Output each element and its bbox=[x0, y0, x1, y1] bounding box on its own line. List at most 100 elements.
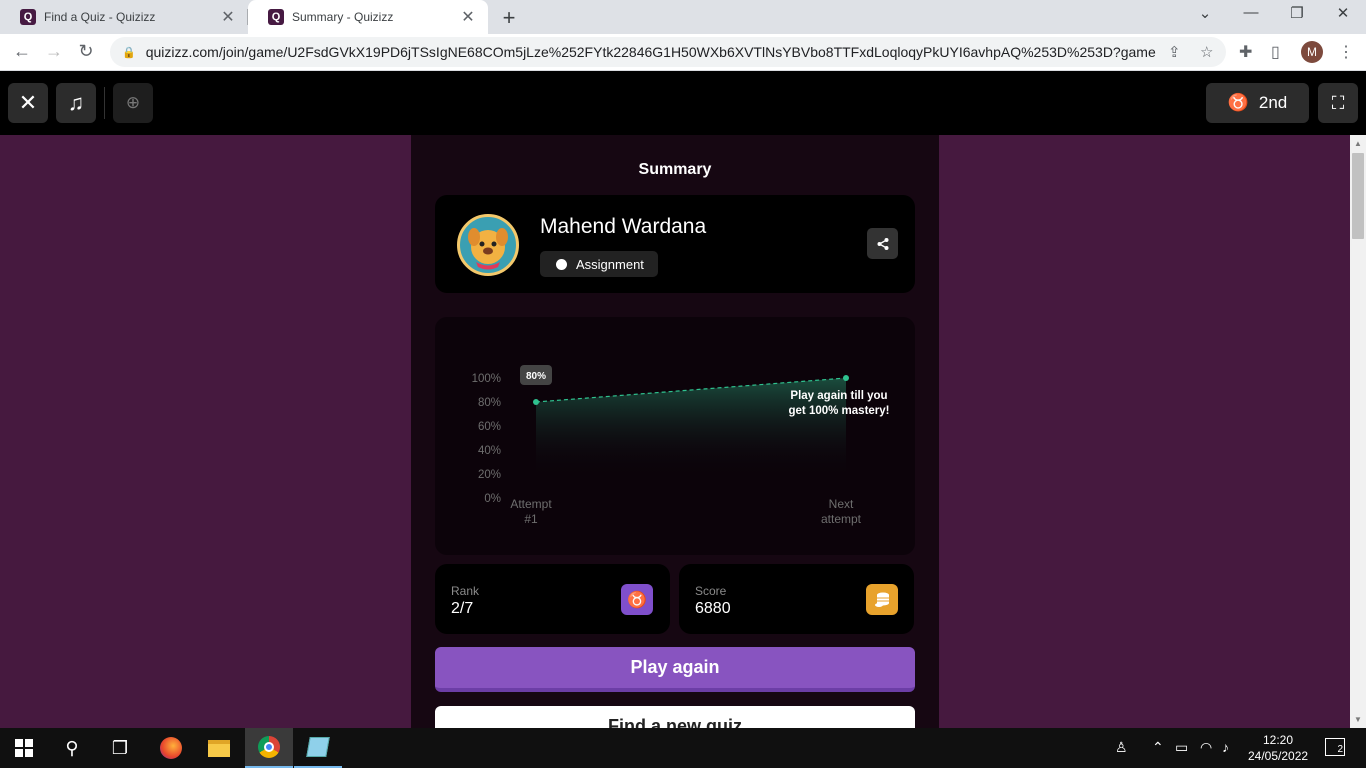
fullscreen-button[interactable]: ⛶ bbox=[1318, 83, 1358, 123]
mastery-chart-svg: 0% 20% 40% 60% 80% 100% 80% Play again till y… bbox=[472, 365, 890, 526]
tab-find-a-quiz[interactable]: Q Find a Quiz - Quizizz ✕ bbox=[0, 0, 248, 34]
file-explorer-icon[interactable] bbox=[195, 728, 243, 768]
tab-title: Summary - Quizizz bbox=[292, 10, 394, 24]
y-tick-label: 0% bbox=[484, 493, 501, 505]
rank-badge[interactable]: ♉ 2nd bbox=[1206, 83, 1309, 123]
address-bar[interactable]: 🔒 quizizz.com/join/game/U2FsdGVkX19PD6jT… bbox=[110, 37, 1226, 67]
y-tick-label: 60% bbox=[478, 421, 501, 433]
url-text[interactable]: quizizz.com/join/game/U2FsdGVkX19PD6jTSs… bbox=[146, 44, 1156, 60]
x-label-attempt-1-number: #1 bbox=[524, 512, 538, 526]
firefox-icon[interactable] bbox=[147, 728, 195, 768]
music-note-icon: ♫ bbox=[67, 90, 85, 115]
close-quiz-button[interactable]: ✕ bbox=[8, 83, 48, 123]
minimize-icon[interactable]: — bbox=[1228, 4, 1274, 21]
quizizz-favicon: Q bbox=[20, 9, 36, 25]
close-icon: ✕ bbox=[18, 90, 38, 115]
side-panel-icon[interactable]: ▯ bbox=[1271, 42, 1280, 62]
dog-avatar-icon bbox=[468, 228, 508, 270]
battery-icon[interactable]: ▭ bbox=[1175, 739, 1188, 756]
menu-kebab-icon[interactable]: ⋮ bbox=[1338, 42, 1354, 62]
task-view-icon[interactable]: ❐ bbox=[96, 728, 144, 768]
mastery-note-line-2: get 100% mastery! bbox=[789, 405, 890, 417]
medal-icon: ♉ bbox=[621, 584, 653, 615]
fullscreen-icon: ⛶ bbox=[1331, 92, 1345, 113]
rank-value: 2/7 bbox=[451, 600, 474, 617]
taskbar-clock[interactable]: 12:20 24/05/2022 bbox=[1248, 732, 1308, 764]
show-hidden-icons[interactable]: ⌃ bbox=[1152, 739, 1164, 756]
new-tab-icon[interactable]: + bbox=[498, 5, 520, 31]
volume-icon[interactable]: ♪ bbox=[1222, 739, 1229, 755]
close-window-icon[interactable]: ✕ bbox=[1320, 4, 1366, 22]
score-card: Score 6880 bbox=[679, 564, 914, 634]
close-tab-icon[interactable]: ✕ bbox=[460, 7, 476, 27]
restore-icon[interactable]: ❐ bbox=[1274, 4, 1320, 22]
page-title: Summary bbox=[638, 161, 712, 178]
people-icon[interactable]: ♙ bbox=[1115, 739, 1128, 756]
toolbar-divider bbox=[104, 87, 105, 119]
reload-icon[interactable]: ↻ bbox=[74, 41, 98, 62]
share-page-icon[interactable]: ⇪ bbox=[1168, 43, 1181, 61]
scroll-up-icon[interactable]: ▲ bbox=[1354, 139, 1362, 148]
notification-count: 2 bbox=[1337, 744, 1343, 755]
tab-title: Find a Quiz - Quizizz bbox=[44, 10, 156, 24]
y-tick-label: 100% bbox=[472, 373, 501, 385]
chrome-icon[interactable] bbox=[245, 728, 293, 768]
browser-tab-bar: Q Find a Quiz - Quizizz ✕ Q Summary - Qu… bbox=[0, 0, 1366, 34]
windows-taskbar: ⚲ ❐ ♙ ⌃ ▭ ◠ ♪ 12:20 24/05/2022 2 bbox=[0, 728, 1366, 768]
x-label-attempt-1: Attempt bbox=[510, 497, 552, 511]
wifi-icon[interactable]: ◠ bbox=[1200, 739, 1212, 756]
score-label: Score bbox=[695, 584, 727, 598]
back-icon[interactable]: ← bbox=[10, 41, 34, 62]
close-tab-icon[interactable]: ✕ bbox=[220, 7, 236, 27]
x-label-next-attempt: attempt bbox=[821, 512, 862, 526]
scrollbar[interactable]: ▲ ▼ bbox=[1350, 135, 1366, 728]
mode-label: Assignment bbox=[576, 256, 644, 272]
share-button[interactable] bbox=[867, 228, 898, 259]
data-point-next-attempt bbox=[843, 375, 849, 381]
clock-icon bbox=[556, 258, 567, 270]
zoom-in-icon: ⊕ bbox=[125, 93, 141, 112]
notification-icon[interactable]: 2 bbox=[1325, 738, 1345, 756]
tab-summary[interactable]: Q Summary - Quizizz ✕ bbox=[248, 0, 488, 34]
scrollbar-thumb[interactable] bbox=[1352, 153, 1364, 239]
windows-logo-icon bbox=[15, 739, 33, 757]
zoom-button[interactable]: ⊕ bbox=[113, 83, 153, 123]
mastery-note-line-1: Play again till you bbox=[790, 390, 887, 402]
clock-time-text: 12:20 bbox=[1262, 733, 1294, 747]
extensions-icon[interactable]: ✚ bbox=[1239, 42, 1252, 62]
rank-label: Rank bbox=[451, 584, 480, 598]
notepad-app-icon[interactable] bbox=[294, 728, 342, 768]
y-tick-label: 80% bbox=[478, 397, 501, 409]
score-value: 6880 bbox=[695, 600, 731, 617]
browser-toolbar: ← → ↻ 🔒 quizizz.com/join/game/U2FsdGVkX1… bbox=[0, 34, 1366, 71]
rank-badge-text: 2nd bbox=[1258, 93, 1288, 112]
tab-search-icon[interactable]: ⌄ bbox=[1182, 4, 1228, 22]
lock-icon: 🔒 bbox=[122, 46, 136, 59]
coins-svg bbox=[875, 592, 889, 607]
coins-icon bbox=[866, 584, 898, 615]
scroll-down-icon[interactable]: ▼ bbox=[1354, 715, 1362, 724]
play-again-button[interactable]: Play again bbox=[435, 647, 915, 692]
forward-icon[interactable]: → bbox=[42, 41, 66, 62]
share-icon bbox=[877, 237, 888, 250]
mastery-chart: 0% 20% 40% 60% 80% 100% 80% Play again till y… bbox=[435, 317, 915, 555]
player-card: Mahend Wardana Assignment bbox=[435, 195, 915, 293]
start-button[interactable] bbox=[0, 728, 48, 768]
summary-panel: Summary Mahend Wardana Assignment 0% 20%… bbox=[411, 135, 939, 751]
rank-card: Rank 2/7 ♉ bbox=[435, 564, 670, 634]
quizizz-favicon: Q bbox=[268, 9, 284, 25]
music-button[interactable]: ♫ bbox=[56, 83, 96, 123]
profile-avatar[interactable]: M bbox=[1301, 41, 1323, 63]
avatar bbox=[457, 214, 519, 276]
quiz-top-bar: ✕ ♫ ⊕ ♉ 2nd ⛶ bbox=[0, 71, 1366, 135]
medal-icon: ♉ bbox=[1227, 93, 1249, 112]
y-tick-label: 20% bbox=[478, 469, 501, 481]
data-point-attempt-1 bbox=[533, 399, 539, 405]
x-label-next: Next bbox=[829, 497, 854, 511]
y-tick-label: 40% bbox=[478, 445, 501, 457]
bookmark-star-icon[interactable]: ☆ bbox=[1200, 43, 1213, 61]
search-icon[interactable]: ⚲ bbox=[48, 728, 96, 768]
clock-date-text: 24/05/2022 bbox=[1248, 749, 1309, 763]
value-tooltip-text: 80% bbox=[526, 371, 546, 382]
player-name: Mahend Wardana bbox=[540, 215, 707, 238]
